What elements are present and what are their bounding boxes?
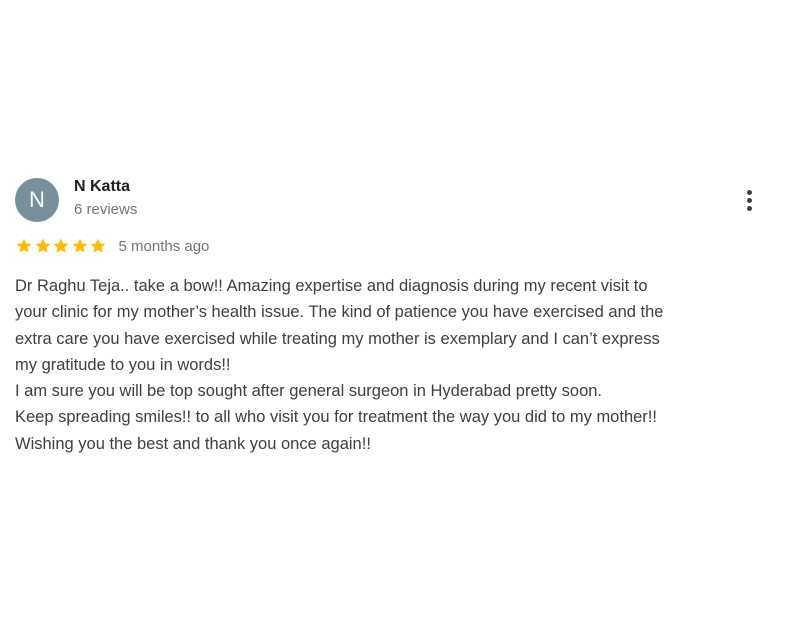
star-icon bbox=[16, 238, 32, 253]
more-vert-icon bbox=[747, 190, 752, 195]
more-vert-icon-dot bbox=[747, 198, 752, 203]
review-text-line: extra care you have exercised while trea… bbox=[15, 329, 660, 348]
avatar[interactable]: N bbox=[15, 178, 59, 222]
star-icon bbox=[35, 238, 50, 253]
review-text-line: Keep spreading smiles!! to all who visit… bbox=[15, 408, 657, 427]
star-icon bbox=[90, 238, 106, 253]
review-text-line: my gratitude to you in words!! bbox=[15, 355, 231, 374]
star-icon bbox=[53, 238, 69, 253]
rating-row: 5 months ago bbox=[15, 235, 209, 257]
reviewer-name[interactable]: N Katta bbox=[74, 178, 130, 196]
review-card: N N Katta 6 reviews 5 months ago Dr Ragh… bbox=[0, 0, 800, 624]
more-vert-icon-dot bbox=[747, 206, 752, 211]
more-options-button[interactable] bbox=[736, 184, 764, 216]
review-time: 5 months ago bbox=[118, 237, 210, 255]
review-text-line: your clinic for my mother’s health issue… bbox=[15, 303, 664, 322]
review-text-line: Dr Raghu Teja.. take a bow!! Amazing exp… bbox=[15, 277, 648, 295]
review-count[interactable]: 6 reviews bbox=[74, 201, 137, 218]
review-text: Dr Raghu Teja.. take a bow!! Amazing exp… bbox=[15, 273, 790, 457]
review-text-line: Wishing you the best and thank you once … bbox=[15, 434, 371, 453]
star-icon bbox=[72, 238, 87, 253]
review-text-line: I am sure you will be top sought after g… bbox=[15, 382, 603, 401]
star-rating bbox=[15, 237, 108, 255]
